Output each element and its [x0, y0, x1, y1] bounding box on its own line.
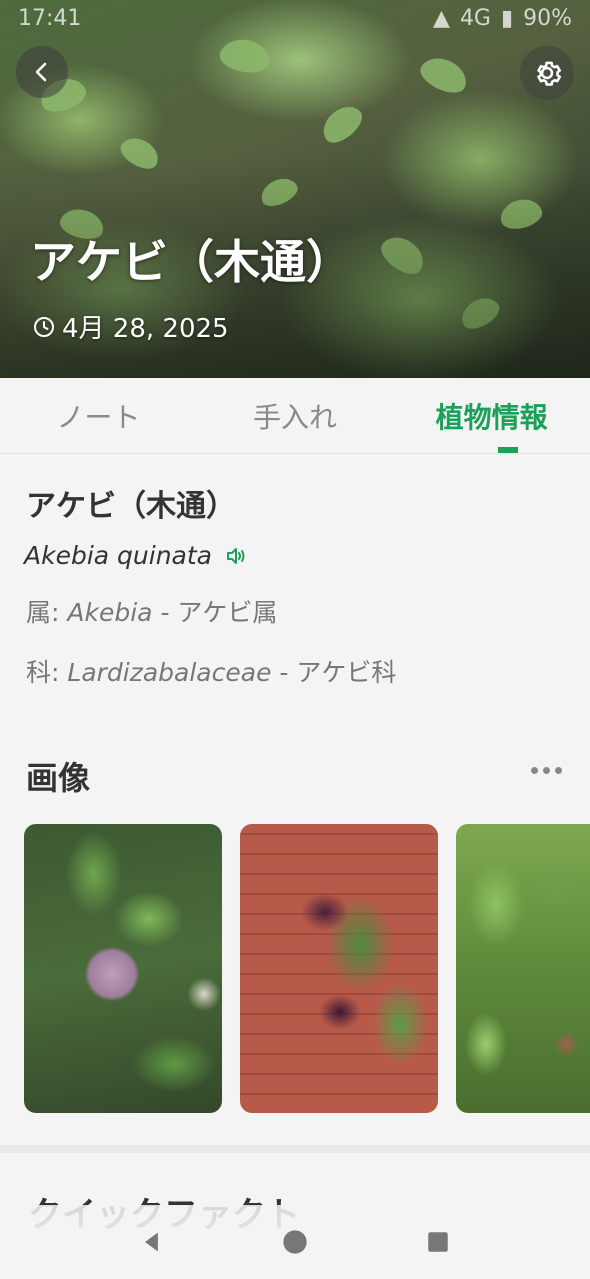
genus-latin: Akebia [67, 598, 153, 627]
tab-notes[interactable]: ノート [0, 378, 197, 453]
page-title: アケビ（木通） [30, 235, 352, 289]
leaf-decor [316, 99, 368, 149]
plant-info-section: アケビ（木通） Akebia quinata 属: Akebia - アケビ属 … [0, 455, 590, 725]
tab-care[interactable]: 手入れ [197, 378, 394, 453]
more-horizontal-icon[interactable] [527, 761, 566, 780]
chevron-left-icon [35, 62, 47, 82]
clock-icon [34, 316, 54, 337]
date-text: 4月 28, 2025 [62, 314, 229, 344]
hero-image: 17:41 ▲ 4G ▮ 90% アケビ（木通） 4月 28, 2025 [0, 0, 590, 378]
images-section: 画像 [0, 725, 590, 1145]
system-nav-bar [0, 1205, 590, 1279]
speaker-icon[interactable] [224, 544, 248, 568]
nav-home-button[interactable] [265, 1212, 325, 1272]
genus-label: 属: [26, 598, 60, 627]
battery-level: 90% [523, 5, 572, 31]
date-label: 4月 28, 2025 [32, 308, 229, 345]
status-time: 17:41 [18, 5, 82, 31]
status-bar: 17:41 ▲ 4G ▮ 90% [0, 0, 590, 36]
signal-icon: ▲ [433, 5, 450, 31]
plant-image-thumbnail[interactable] [240, 824, 438, 1113]
leaf-decor [217, 35, 273, 77]
tab-bar: ノート 手入れ 植物情報 [0, 378, 590, 454]
leaf-decor [415, 51, 473, 99]
scientific-name-row: Akebia quinata [24, 541, 248, 570]
circle-home-icon [283, 1230, 307, 1254]
genus-row: 属: Akebia - アケビ属 [26, 593, 277, 629]
plant-image-thumbnail[interactable] [24, 824, 222, 1113]
family-latin: Lardizabalaceae [67, 658, 272, 687]
gear-icon [537, 61, 562, 86]
back-button[interactable] [16, 46, 68, 98]
nav-back-button[interactable] [122, 1212, 182, 1272]
plant-image-thumbnail[interactable] [456, 824, 590, 1113]
family-label: 科: [26, 658, 60, 687]
nav-recents-button[interactable] [408, 1212, 468, 1272]
triangle-back-icon [144, 1232, 158, 1252]
square-recents-icon [428, 1232, 449, 1252]
battery-icon: ▮ [500, 5, 514, 31]
images-title: 画像 [26, 759, 91, 797]
tab-plant-info[interactable]: 植物情報 [393, 378, 590, 453]
common-name: アケビ（木通） [26, 489, 236, 524]
genus-local: アケビ属 [177, 598, 278, 627]
genus-separator: - [152, 598, 178, 627]
family-local: アケビ科 [296, 658, 397, 687]
network-type: 4G [459, 5, 491, 31]
family-row: 科: Lardizabalaceae - アケビ科 [26, 653, 396, 689]
scientific-name: Akebia quinata [24, 541, 212, 570]
family-separator: - [271, 658, 297, 687]
settings-button[interactable] [520, 46, 574, 100]
